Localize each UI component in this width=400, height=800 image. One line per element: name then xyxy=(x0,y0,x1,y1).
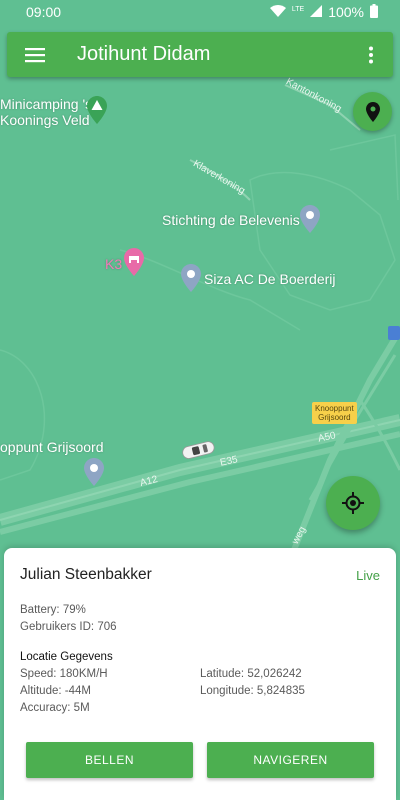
more-vert-icon xyxy=(369,46,373,63)
altitude-info: Altitude: -44M xyxy=(20,685,91,697)
longitude-info: Longitude: 5,824835 xyxy=(200,685,305,697)
camping-pin-icon[interactable] xyxy=(87,96,107,129)
call-button[interactable]: BELLEN xyxy=(26,742,193,778)
user-details-sheet: Julian Steenbakker Live Battery: 79% Geb… xyxy=(4,548,396,800)
navigate-button[interactable]: NAVIGEREN xyxy=(207,742,374,778)
battery-icon xyxy=(370,3,378,21)
my-location-button[interactable] xyxy=(326,476,380,530)
battery-percentage: 100% xyxy=(328,4,364,20)
marker-fab-button[interactable] xyxy=(353,92,392,131)
siza-pin-icon[interactable] xyxy=(181,264,201,297)
menu-button[interactable] xyxy=(7,32,63,77)
live-status-badge: Live xyxy=(356,567,380,583)
app-title: Jotihunt Didam xyxy=(77,43,211,65)
network-type: LTE xyxy=(291,5,305,13)
grijsoord-pin-icon[interactable] xyxy=(84,458,104,491)
belevenis-pin-icon[interactable] xyxy=(300,205,320,238)
signal-icon xyxy=(310,4,323,20)
overflow-menu-button[interactable] xyxy=(349,32,393,77)
latitude-info: Latitude: 52,026242 xyxy=(200,668,302,680)
wifi-icon xyxy=(269,4,286,20)
user-id-info: Gebruikers ID: 706 xyxy=(20,621,117,633)
status-time: 09:00 xyxy=(26,4,62,20)
map-place-belevenis[interactable]: Stichting de Belevenis xyxy=(162,212,300,228)
map-place-k3[interactable]: K3 xyxy=(105,256,122,272)
accuracy-info: Accuracy: 5M xyxy=(20,702,90,714)
bus-stop-icon[interactable] xyxy=(388,326,400,340)
gps-crosshair-icon xyxy=(342,492,364,514)
status-bar: 09:00 LTE 100% xyxy=(0,0,400,24)
location-section-title: Locatie Gegevens xyxy=(20,651,113,663)
hamburger-menu-icon xyxy=(25,47,45,62)
user-name: Julian Steenbakker xyxy=(20,566,152,583)
map-view[interactable]: Kantonkoning Klaverkoning A50 E35 A12 we… xyxy=(0,0,400,560)
battery-info: Battery: 79% xyxy=(20,604,86,616)
junction-sign-grijsoord: Knooppunt Grijsoord xyxy=(312,402,357,424)
map-place-grijsoord[interactable]: oppunt Grijsoord xyxy=(0,439,104,455)
map-place-siza[interactable]: Siza AC De Boerderij xyxy=(204,271,336,287)
map-place-camping[interactable]: Minicamping 's Koonings Veld xyxy=(0,96,92,128)
app-bar: Jotihunt Didam xyxy=(7,32,393,77)
speed-info: Speed: 180KM/H xyxy=(20,668,108,680)
location-pin-icon xyxy=(365,101,380,122)
hotel-pin-icon[interactable] xyxy=(124,248,144,281)
